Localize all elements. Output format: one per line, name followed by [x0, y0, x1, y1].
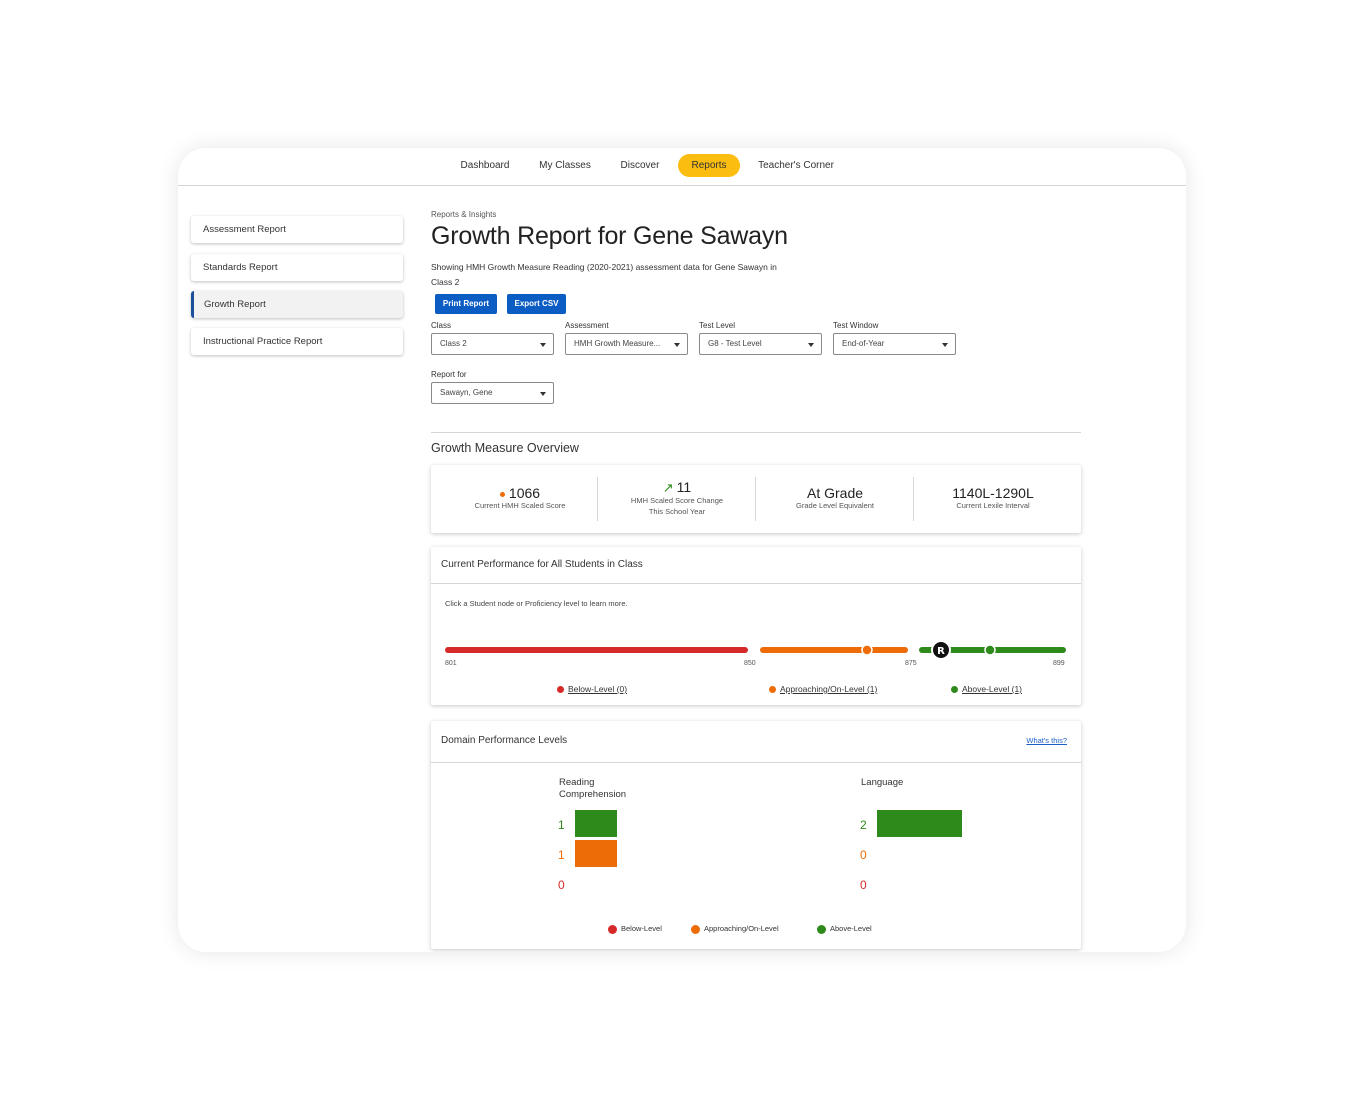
sidebar-item-growth-report[interactable]: Growth Report — [191, 291, 403, 318]
stat-score-change: ↗ 11 HMH Scaled Score Change This School … — [598, 465, 756, 533]
trend-up-icon: ↗ — [662, 480, 674, 495]
lexile-value: 1140L-1290L — [952, 485, 1034, 501]
below-level-dot-icon — [608, 924, 617, 934]
domain-legend-above: Above-Level — [817, 924, 872, 934]
assessment-select-value: HMH Growth Measure... — [574, 339, 661, 348]
lexile-label: Current Lexile Interval — [956, 501, 1030, 510]
class-select[interactable]: Class 2 — [431, 333, 554, 355]
above-level-dot-icon — [817, 924, 826, 934]
sidebar-item-instructional-practice-report[interactable]: Instructional Practice Report — [191, 328, 403, 355]
report-for-select-value: Sawayn, Gene — [440, 388, 493, 397]
top-navigation: Dashboard My Classes Discover Reports Te… — [178, 148, 1186, 186]
above-level-dot-icon — [951, 686, 958, 694]
sidebar-item-assessment-report[interactable]: Assessment Report — [191, 216, 403, 243]
score-change-value: 11 — [676, 479, 692, 495]
chevron-down-icon — [540, 343, 546, 347]
class-label: Class — [431, 321, 452, 330]
grade-level-value: At Grade — [806, 485, 864, 501]
section-divider — [431, 432, 1081, 433]
approaching-level-link[interactable]: Approaching/On-Level (1) — [780, 684, 877, 694]
print-report-button[interactable]: Print Report — [435, 294, 497, 314]
performance-hint: Click a Student node or Proficiency leve… — [445, 599, 628, 608]
language-approaching-count: 0 — [860, 848, 867, 862]
performance-scale: R — [445, 640, 1066, 660]
approaching-level-dot-icon — [691, 924, 700, 934]
nav-teachers-corner[interactable]: Teacher's Corner — [750, 154, 842, 177]
overview-card: 1066 Current HMH Scaled Score ↗ 11 HMH Sc… — [431, 465, 1081, 533]
nav-reports[interactable]: Reports — [678, 154, 740, 177]
approaching-level-bar[interactable] — [760, 647, 908, 653]
scale-tick: 850 — [744, 660, 756, 667]
page-title: Growth Report for Gene Sawayn — [431, 222, 788, 250]
page-description: Showing HMH Growth Measure Reading (2020… — [431, 262, 777, 287]
report-for-select[interactable]: Sawayn, Gene — [431, 382, 554, 404]
nav-discover[interactable]: Discover — [610, 154, 670, 177]
language-above-bar[interactable] — [877, 810, 962, 837]
chevron-down-icon — [942, 343, 948, 347]
legend-approaching-level[interactable]: Approaching/On-Level (1) — [769, 684, 877, 694]
whats-this-link[interactable]: What's this? — [1026, 736, 1067, 745]
scale-tick: 899 — [1053, 660, 1065, 667]
status-dot-icon — [499, 491, 505, 497]
student-node[interactable] — [861, 644, 873, 656]
below-level-dot-icon — [557, 686, 564, 694]
student-node-icon: R — [937, 646, 945, 657]
report-for-label: Report for — [431, 370, 467, 379]
domain-card: Domain Performance Levels What's this? R… — [431, 721, 1081, 949]
reading-approaching-bar[interactable] — [575, 840, 617, 867]
overview-title: Growth Measure Overview — [431, 441, 579, 455]
legend-above-level[interactable]: Above-Level (1) — [951, 684, 1022, 694]
scaled-score-label: Current HMH Scaled Score — [474, 501, 566, 510]
reading-above-bar[interactable] — [575, 810, 617, 837]
assessment-select[interactable]: HMH Growth Measure... — [565, 333, 688, 355]
reading-domain-label: Reading Comprehension — [559, 777, 627, 800]
export-csv-button[interactable]: Export CSV — [507, 294, 566, 314]
domain-legend-below: Below-Level — [608, 924, 662, 934]
test-level-select-value: G8 - Test Level — [708, 339, 762, 348]
assessment-label: Assessment — [565, 321, 609, 330]
test-window-select-value: End-of-Year — [842, 339, 885, 348]
chevron-down-icon — [540, 392, 546, 396]
domain-card-header: Domain Performance Levels What's this? — [431, 721, 1081, 763]
below-level-link[interactable]: Below-Level (0) — [568, 684, 627, 694]
test-level-select[interactable]: G8 - Test Level — [699, 333, 822, 355]
stat-lexile: 1140L-1290L Current Lexile Interval — [914, 465, 1072, 533]
reading-above-count: 1 — [558, 818, 565, 832]
score-change-label-2: This School Year — [648, 507, 706, 516]
chevron-down-icon — [674, 343, 680, 347]
sidebar-item-standards-report[interactable]: Standards Report — [191, 254, 403, 281]
performance-card-header: Current Performance for All Students in … — [431, 547, 1081, 584]
above-level-link[interactable]: Above-Level (1) — [962, 684, 1022, 694]
domain-title: Domain Performance Levels — [441, 735, 568, 746]
score-change-label-1: HMH Scaled Score Change — [630, 496, 724, 505]
nav-my-classes[interactable]: My Classes — [530, 154, 600, 177]
grade-level-label: Grade Level Equivalent — [796, 501, 874, 510]
stat-scaled-score: 1066 Current HMH Scaled Score — [441, 465, 599, 533]
scale-tick: 875 — [905, 660, 917, 667]
scaled-score-value: 1066 — [508, 485, 541, 501]
class-select-value: Class 2 — [440, 339, 467, 348]
approaching-level-dot-icon — [769, 686, 776, 694]
reading-below-count: 0 — [558, 878, 565, 892]
performance-card: Current Performance for All Students in … — [431, 547, 1081, 705]
test-window-label: Test Window — [833, 321, 879, 330]
chevron-down-icon — [808, 343, 814, 347]
language-domain-label: Language — [861, 777, 904, 788]
reading-approaching-count: 1 — [558, 848, 565, 862]
scale-tick: 801 — [445, 660, 457, 667]
language-above-count: 2 — [860, 818, 867, 832]
student-node[interactable] — [984, 644, 996, 656]
stat-grade-level: At Grade Grade Level Equivalent — [756, 465, 914, 533]
breadcrumb[interactable]: Reports & Insights — [431, 210, 496, 219]
nav-dashboard[interactable]: Dashboard — [450, 154, 520, 177]
test-window-select[interactable]: End-of-Year — [833, 333, 956, 355]
language-below-count: 0 — [860, 878, 867, 892]
performance-title: Current Performance for All Students in … — [441, 559, 643, 570]
test-level-label: Test Level — [699, 321, 736, 330]
domain-legend-approaching: Approaching/On-Level — [691, 924, 779, 934]
app-window: Dashboard My Classes Discover Reports Te… — [178, 148, 1186, 952]
legend-below-level[interactable]: Below-Level (0) — [557, 684, 627, 694]
below-level-bar[interactable] — [445, 647, 748, 653]
